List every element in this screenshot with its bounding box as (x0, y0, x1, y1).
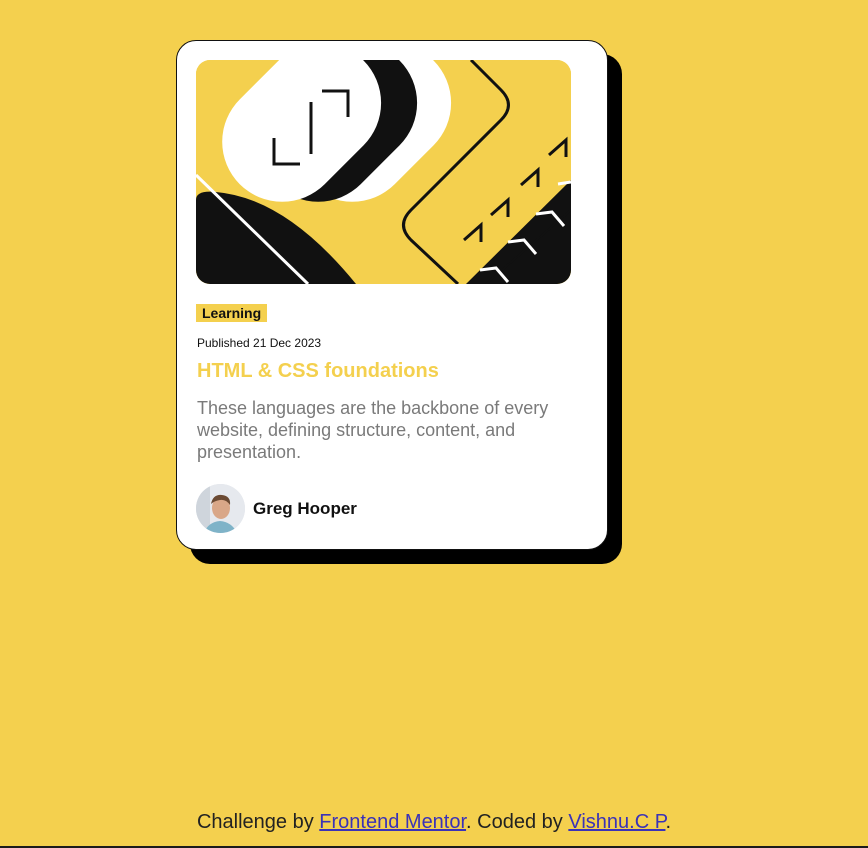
category-tag: Learning (196, 304, 268, 322)
published-date: Published 21 Dec 2023 (197, 336, 322, 350)
hero-illustration (196, 60, 571, 284)
attribution-prefix: Challenge by (196, 811, 320, 833)
attribution: Challenge by Frontend Mentor. Coded by V… (0, 811, 868, 834)
avatar (196, 484, 245, 533)
attribution-suffix: . (665, 811, 672, 833)
blog-preview-card: Learning Published 21 Dec 2023 HTML & CS… (176, 40, 608, 550)
frontend-mentor-link[interactable]: Frontend Mentor (319, 811, 466, 833)
card-description: These languages are the backbone of ever… (197, 398, 549, 462)
author-link[interactable]: Vishnu.C P (568, 811, 665, 833)
card-title[interactable]: HTML & CSS foundations (197, 360, 439, 383)
author-name: Greg Hooper (253, 498, 357, 518)
attribution-middle: . Coded by (466, 811, 569, 833)
author-block: Greg Hooper (196, 484, 357, 533)
